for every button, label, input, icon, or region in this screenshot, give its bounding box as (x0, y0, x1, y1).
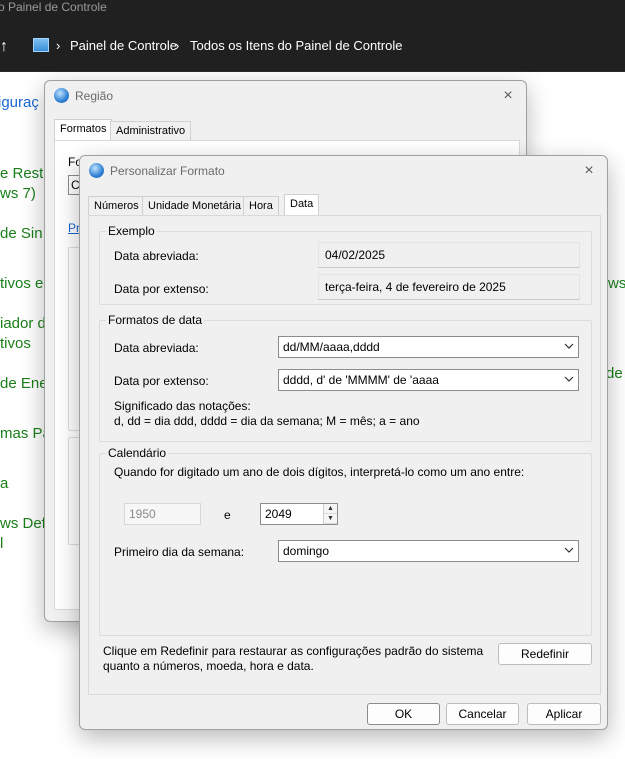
calendario-label: Calendário (106, 446, 169, 460)
exemplo-label: Exemplo (106, 224, 157, 238)
year-to-spin-buttons[interactable]: ▲ ▼ (323, 504, 337, 524)
formatos-de-data-group: Formatos de data Data abreviada: dd/MM/a… (99, 313, 592, 442)
formatos-label: Formatos de data (106, 313, 205, 327)
tab-hora[interactable]: Hora (243, 196, 279, 216)
first-day-value: domingo (283, 544, 330, 558)
regiao-titlebar: Região × (45, 81, 526, 111)
close-icon[interactable]: × (579, 161, 599, 181)
cp-left-link[interactable]: e Rest (0, 164, 43, 184)
cp-left-link[interactable]: de Ene (0, 374, 48, 394)
control-panel-titlebar: o Painel de Controle (0, 0, 625, 24)
spin-down-icon[interactable]: ▼ (324, 514, 337, 524)
long-date-format-value: dddd, d' de 'MMMM' de 'aaaa (283, 373, 439, 387)
notation-title: Significado das notações: (114, 399, 251, 413)
breadcrumb-painel-de-controle[interactable]: Painel de Controle (70, 38, 177, 54)
tab-formatos[interactable]: Formatos (54, 119, 113, 141)
tab-data[interactable]: Data (284, 194, 320, 216)
calendario-group: Calendário Quando for digitado um ano de… (99, 446, 592, 636)
cancelar-button[interactable]: Cancelar (446, 703, 519, 725)
long-date-format-combo[interactable]: dddd, d' de 'MMMM' de 'aaaa (278, 369, 579, 391)
ok-button[interactable]: OK (367, 703, 440, 725)
year-and-label: e (224, 508, 231, 522)
first-day-combo[interactable]: domingo (278, 540, 579, 562)
year-from-field: 1950 (124, 503, 201, 525)
data-tab-panel: Exemplo Data abreviada: 04/02/2025 Data … (88, 215, 601, 695)
chevron-down-icon (564, 376, 574, 382)
short-date-format-value: dd/MM/aaaa,dddd (283, 340, 380, 354)
cp-left-link[interactable]: tivos e (0, 274, 43, 294)
globe-icon (54, 88, 69, 103)
address-bar[interactable]: ↑ › Painel de Controle › Todos os Itens … (0, 24, 625, 72)
close-icon[interactable]: × (498, 86, 518, 106)
reset-info-line1: Clique em Redefinir para restaurar as co… (103, 644, 484, 658)
cp-left-link[interactable]: ws 7) (0, 184, 36, 204)
cp-right-link[interactable]: de (606, 364, 623, 384)
cp-left-link[interactable]: a (0, 474, 8, 494)
exemplo-group: Exemplo Data abreviada: 04/02/2025 Data … (99, 224, 592, 305)
spin-up-icon[interactable]: ▲ (324, 504, 337, 514)
example-long-label: Data por extenso: (114, 282, 209, 296)
cp-left-link[interactable]: de Sin (0, 224, 43, 244)
two-digit-year-text: Quando for digitado um ano de dois dígit… (114, 465, 525, 479)
redefinir-button[interactable]: Redefinir (498, 643, 592, 665)
example-long-value: terça-feira, 4 de fevereiro de 2025 (318, 274, 580, 300)
regiao-title: Região (75, 89, 114, 103)
first-day-label: Primeiro dia da semana: (114, 545, 245, 559)
chevron-right-icon: › (56, 38, 61, 53)
personalizar-title: Personalizar Formato (110, 164, 225, 178)
tab-numeros[interactable]: Números (88, 196, 145, 216)
example-short-value: 04/02/2025 (318, 242, 580, 268)
up-arrow-icon[interactable]: ↑ (0, 38, 12, 58)
example-short-label: Data abreviada: (114, 249, 199, 263)
chevron-right-icon: › (175, 38, 180, 53)
personalizar-titlebar: Personalizar Formato × (80, 156, 607, 186)
notation-text: d, dd = dia ddd, dddd = dia da semana; M… (114, 414, 420, 428)
cp-right-link[interactable]: ws (608, 274, 625, 294)
reset-info-line2: quanto a números, moeda, hora e data. (103, 659, 314, 673)
short-date-label: Data abreviada: (114, 341, 199, 355)
cp-left-link[interactable]: iguraç (0, 93, 39, 113)
cp-left-link[interactable]: l (0, 534, 3, 554)
aplicar-button[interactable]: Aplicar (527, 703, 601, 725)
chevron-down-icon (564, 547, 574, 553)
year-to-value: 2049 (265, 507, 292, 521)
globe-icon (89, 163, 104, 178)
year-to-spinner[interactable]: 2049 ▲ ▼ (260, 503, 338, 525)
cp-left-link[interactable]: iador d (0, 314, 46, 334)
cp-left-link[interactable]: tivos (0, 334, 31, 354)
tab-administrativo[interactable]: Administrativo (110, 121, 192, 141)
tab-unidade-monetaria[interactable]: Unidade Monetária (142, 196, 247, 216)
control-panel-icon (33, 38, 49, 52)
breadcrumb-todos-os-itens[interactable]: Todos os Itens do Painel de Controle (190, 38, 402, 54)
window-title: o Painel de Controle (0, 0, 107, 14)
personalizar-formato-dialog: Personalizar Formato × Números Unidade M… (79, 155, 608, 730)
short-date-format-combo[interactable]: dd/MM/aaaa,dddd (278, 336, 579, 358)
long-date-label: Data por extenso: (114, 374, 209, 388)
chevron-down-icon (564, 343, 574, 349)
